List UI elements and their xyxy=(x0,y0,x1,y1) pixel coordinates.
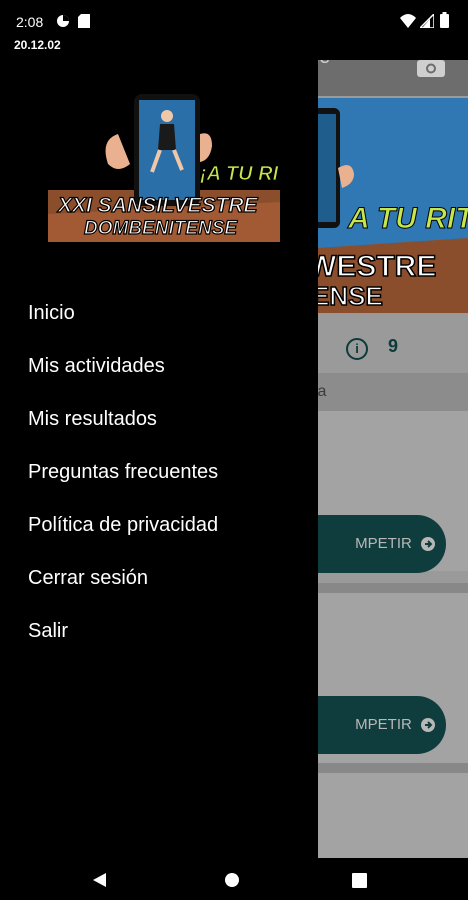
back-icon[interactable] xyxy=(92,872,108,888)
compete-button-label: MPETIR xyxy=(355,716,412,733)
compete-button-label: MPETIR xyxy=(355,535,412,552)
stats-row: i 9 xyxy=(318,328,468,368)
card-divider xyxy=(318,763,468,773)
menu-item-mis-resultados[interactable]: Mis resultados xyxy=(28,408,157,431)
menu-item-preguntas-frecuentes[interactable]: Preguntas frecuentes xyxy=(28,461,218,484)
svg-text:A TU RITMO!: A TU RITMO! xyxy=(347,202,468,235)
menu-item-politica-privacidad[interactable]: Política de privacidad xyxy=(28,514,218,537)
logo-title-line2: DOMBENITENSE xyxy=(84,218,238,239)
home-icon[interactable] xyxy=(224,872,240,888)
logo-title-line1: XXI SANSILVESTRE xyxy=(57,194,259,217)
background-app: nse A TU RITMO! WESTRE ENSE i 9 ia MPETI… xyxy=(318,38,468,858)
activity-card xyxy=(318,773,468,858)
recents-icon[interactable] xyxy=(352,873,367,888)
svg-text:WESTRE: WESTRE xyxy=(318,250,436,283)
status-bar: 2:08 20.12.02 xyxy=(0,0,468,60)
menu-item-inicio[interactable]: Inicio xyxy=(28,302,75,325)
sd-card-icon xyxy=(78,14,90,28)
signal-icon xyxy=(420,14,434,28)
event-banner: A TU RITMO! WESTRE ENSE xyxy=(318,98,468,313)
activity-card: MPETIR xyxy=(318,593,468,763)
stat-count: 9 xyxy=(388,336,399,356)
activity-card: MPETIR xyxy=(318,411,468,573)
svg-text:ENSE: ENSE xyxy=(318,281,383,311)
battery-icon xyxy=(440,12,449,28)
wifi-icon xyxy=(400,14,416,28)
system-nav-bar xyxy=(0,858,468,900)
arrow-right-circle-icon xyxy=(421,718,435,733)
card-divider xyxy=(318,583,468,593)
menu-item-salir[interactable]: Salir xyxy=(28,620,68,643)
arrow-right-circle-icon xyxy=(421,537,435,552)
data-saver-icon xyxy=(57,15,69,27)
navigation-drawer: ¡A TU RITMO! XXI SANSILVESTRE DOMBENITEN… xyxy=(0,0,318,858)
section-band: ia xyxy=(318,373,468,411)
banner-image: A TU RITMO! WESTRE ENSE xyxy=(318,98,468,313)
info-icon[interactable]: i xyxy=(346,338,368,360)
status-date: 20.12.02 xyxy=(14,38,61,52)
compete-button[interactable]: MPETIR xyxy=(318,515,446,573)
event-logo: ¡A TU RITMO! XXI SANSILVESTRE DOMBENITEN… xyxy=(48,94,280,242)
menu-item-cerrar-sesion[interactable]: Cerrar sesión xyxy=(28,567,148,590)
logo-tagline: ¡A TU RITMO! xyxy=(200,163,280,185)
section-band-label: ia xyxy=(318,383,327,400)
menu-item-mis-actividades[interactable]: Mis actividades xyxy=(28,355,165,378)
status-time: 2:08 xyxy=(16,14,44,30)
compete-button[interactable]: MPETIR xyxy=(318,696,446,754)
